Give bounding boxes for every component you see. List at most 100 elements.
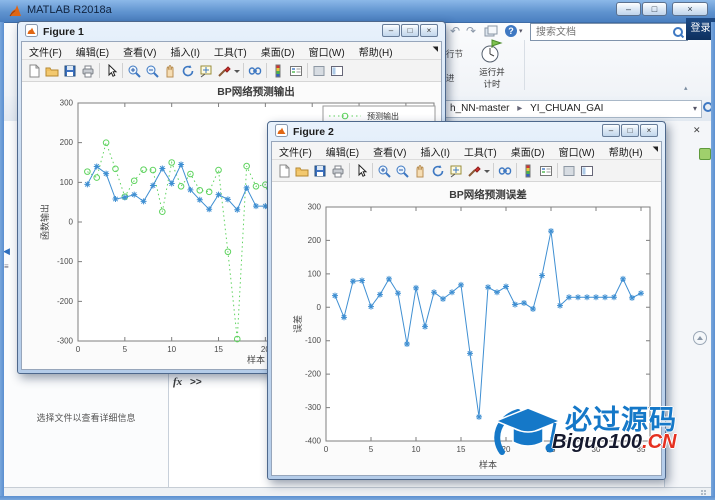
figure-icon: [275, 124, 288, 140]
fig1-minimize-button[interactable]: –: [382, 24, 400, 37]
ribbon-cut-label-1: 行节: [446, 49, 464, 59]
fig1-menu-item-6[interactable]: 窗口(W): [302, 42, 352, 59]
zoom-in-icon[interactable]: [375, 164, 393, 178]
pan-hand-icon[interactable]: [411, 164, 429, 178]
fig1-menu-item-0[interactable]: 文件(F): [22, 42, 69, 59]
svg-text:预测输出: 预测输出: [367, 111, 399, 121]
fig1-menu-item-1[interactable]: 编辑(E): [69, 42, 116, 59]
figure2-window[interactable]: Figure 2 – □ × 文件(F) 编辑(E) 查看(V) 插入(I) 工具(T)…: [267, 121, 666, 480]
fig2-menu-item-6[interactable]: 窗口(W): [552, 142, 602, 159]
hide-plot-tools-icon[interactable]: [560, 164, 578, 178]
svg-text:35: 35: [637, 445, 646, 454]
svg-text:100: 100: [308, 269, 322, 278]
scroll-up-button[interactable]: [693, 331, 707, 345]
open-folder-icon[interactable]: [43, 64, 61, 78]
main-minimize-button[interactable]: –: [616, 2, 641, 16]
fig1-close-button[interactable]: ×: [420, 24, 438, 37]
fig2-menu-item-4[interactable]: 工具(T): [457, 142, 504, 159]
new-file-icon[interactable]: [275, 164, 293, 178]
svg-text:0: 0: [324, 445, 329, 454]
pan-hand-icon[interactable]: [161, 64, 179, 78]
fig2-menu-item-3[interactable]: 插入(I): [413, 142, 456, 159]
pointer-icon[interactable]: [102, 63, 120, 78]
figure2-titlebar[interactable]: Figure 2: [275, 124, 334, 140]
rotate-3d-icon[interactable]: [179, 64, 197, 78]
svg-text:0: 0: [317, 303, 322, 312]
fig2-menu-item-5[interactable]: 桌面(D): [504, 142, 552, 159]
svg-text:函数输出: 函数输出: [39, 204, 50, 240]
hide-plot-tools-icon[interactable]: [310, 64, 328, 78]
fig2-menu-item-2[interactable]: 查看(V): [366, 142, 413, 159]
search-icon[interactable]: [673, 27, 683, 37]
fig1-menu-item-7[interactable]: 帮助(H): [352, 42, 400, 59]
open-folder-icon[interactable]: [293, 164, 311, 178]
fig1-menu-item-2[interactable]: 查看(V): [116, 42, 163, 59]
link-plots-icon[interactable]: [496, 164, 514, 178]
hamburger-icon[interactable]: ≡: [4, 262, 9, 271]
breadcrumb-separator: ▸: [517, 103, 523, 114]
brush-dropdown-icon[interactable]: [483, 164, 491, 178]
new-file-icon[interactable]: [25, 64, 43, 78]
data-cursor-icon[interactable]: [447, 164, 465, 178]
save-icon[interactable]: [61, 64, 79, 78]
zoom-out-icon[interactable]: [393, 164, 411, 178]
svg-text:-300: -300: [305, 403, 322, 412]
show-plot-tools-icon[interactable]: [578, 164, 596, 178]
brush-dropdown-icon[interactable]: [233, 64, 241, 78]
rotate-3d-icon[interactable]: [429, 164, 447, 178]
svg-text:200: 200: [60, 138, 74, 147]
fig2-close-button[interactable]: ×: [640, 124, 658, 137]
main-maximize-button[interactable]: □: [642, 2, 667, 16]
svg-text:30: 30: [592, 445, 601, 454]
show-plot-tools-icon[interactable]: [328, 64, 346, 78]
insert-colorbar-icon[interactable]: [269, 64, 287, 78]
fig2-menu-item-1[interactable]: 编辑(E): [319, 142, 366, 159]
main-close-button[interactable]: ×: [672, 2, 708, 16]
print-icon[interactable]: [79, 64, 97, 78]
fig1-menu-item-4[interactable]: 工具(T): [207, 42, 254, 59]
fig2-minimize-button[interactable]: –: [602, 124, 620, 137]
brush-icon[interactable]: [465, 164, 483, 178]
help-dropdown-icon[interactable]: ▾: [519, 27, 523, 35]
fig1-menu-item-3[interactable]: 插入(I): [163, 42, 206, 59]
fig2-maximize-button[interactable]: □: [621, 124, 639, 137]
doc-search-box: [530, 23, 688, 41]
breadcrumb-caret-icon[interactable]: ▾: [693, 101, 697, 117]
resize-grip[interactable]: [701, 490, 707, 495]
data-cursor-icon[interactable]: [197, 64, 215, 78]
breadcrumb-current[interactable]: YI_CHUAN_GAI: [530, 103, 603, 114]
save-icon[interactable]: [311, 164, 329, 178]
link-plots-icon[interactable]: [246, 64, 264, 78]
run-and-time-button[interactable]: 运行并 计时: [466, 38, 518, 92]
figure2-plot: 0 5 10 15 20 25 30 35 -400 -300 -200 -100 0 100 200 300…: [272, 182, 661, 475]
toolbar-separator: [99, 63, 100, 78]
breadcrumb[interactable]: h_NN-master ▸ YI_CHUAN_GAI ▾: [444, 100, 702, 118]
toolbar-separator: [493, 163, 494, 178]
brush-icon[interactable]: [215, 64, 233, 78]
print-icon[interactable]: [329, 164, 347, 178]
insert-legend-icon[interactable]: [287, 64, 305, 78]
svg-text:5: 5: [123, 345, 128, 354]
back-arrow-icon[interactable]: ◀: [3, 246, 10, 257]
figure1-titlebar[interactable]: Figure 1: [25, 24, 84, 39]
svg-text:100: 100: [60, 178, 74, 187]
menu-overflow-icon[interactable]: ◥: [653, 145, 658, 153]
fig2-menu-item-0[interactable]: 文件(F): [272, 142, 319, 159]
search-input[interactable]: [534, 25, 668, 39]
pointer-icon[interactable]: [352, 163, 370, 178]
breadcrumb-path[interactable]: h_NN-master: [450, 103, 509, 114]
menu-overflow-icon[interactable]: ◥: [433, 45, 438, 53]
fig2-menu-item-7[interactable]: 帮助(H): [602, 142, 650, 159]
svg-text:-300: -300: [57, 337, 74, 346]
zoom-out-icon[interactable]: [143, 64, 161, 78]
toolbar-separator: [243, 63, 244, 78]
undo-icon[interactable]: ↶: [450, 24, 460, 38]
insert-colorbar-icon[interactable]: [519, 164, 537, 178]
redo-icon[interactable]: ↷: [466, 24, 476, 38]
ribbon-collapse-icon[interactable]: ▴: [684, 84, 688, 92]
insert-legend-icon[interactable]: [537, 164, 555, 178]
fig1-menu-item-5[interactable]: 桌面(D): [254, 42, 302, 59]
zoom-in-icon[interactable]: [125, 64, 143, 78]
fig1-maximize-button[interactable]: □: [401, 24, 419, 37]
panel-close-icon[interactable]: ✕: [693, 125, 701, 136]
